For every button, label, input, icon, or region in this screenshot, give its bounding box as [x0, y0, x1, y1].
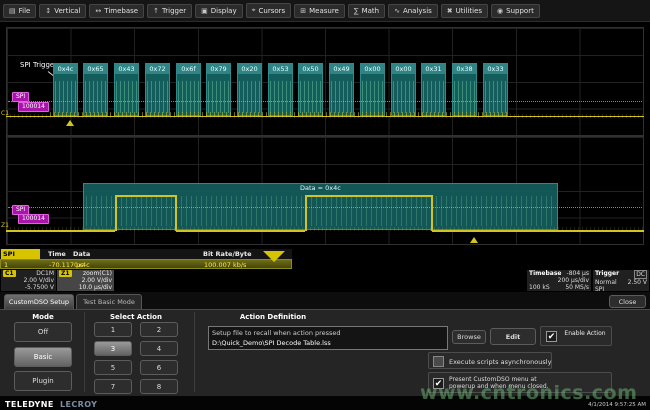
decode-byte-box: 0x72	[145, 63, 170, 116]
spi-trigger-annotation: SPI Trigger	[20, 61, 57, 69]
menu-utilities[interactable]: ✖Utilities	[441, 4, 488, 18]
c1-descriptor[interactable]: C1DC1M 2.00 V/div -5.7500 V	[1, 270, 56, 291]
decode-byte-box: 0x00	[391, 63, 416, 116]
trace2-id-tag[interactable]: 100014	[18, 214, 49, 224]
analysis-icon: ∿	[394, 7, 400, 15]
menu-measure[interactable]: ⊞Measure	[294, 4, 345, 18]
action-3-button[interactable]: 3	[94, 341, 132, 356]
menu-display[interactable]: ▣Display	[195, 4, 242, 18]
zoom-byte-annotation: Data = 0x4c	[300, 184, 341, 192]
decode-byte-box: 0x6f	[176, 63, 201, 116]
close-button[interactable]: Close	[609, 295, 646, 308]
decode-byte-box: 0x53	[268, 63, 293, 116]
edit-button[interactable]: Edit	[490, 328, 536, 345]
action-7-button[interactable]: 7	[94, 379, 132, 394]
menu-support[interactable]: ◉Support	[491, 4, 540, 18]
math-icon: ∑	[354, 7, 359, 15]
menu-trigger[interactable]: ↑Trigger	[147, 4, 192, 18]
z1-waveform	[305, 195, 432, 197]
vertical-icon: ↕	[45, 7, 51, 15]
menu-bar: ▤File ↕Vertical ↔Timebase ↑Trigger ▣Disp…	[0, 0, 650, 22]
support-icon: ◉	[497, 7, 503, 15]
brand-teledyne: TELEDYNE	[5, 400, 54, 409]
c1-waveform-noise	[6, 114, 644, 118]
action-6-button[interactable]: 6	[140, 360, 178, 375]
z1-waveform	[115, 195, 176, 197]
decode-byte-box: 0x00	[360, 63, 385, 116]
z1-descriptor[interactable]: Z1zoom(C1) 2.00 V/div 10.0 µs/div	[57, 270, 114, 291]
decode-level-line	[8, 101, 642, 102]
display-icon: ▣	[201, 7, 208, 15]
menu-analysis[interactable]: ∿Analysis	[388, 4, 438, 18]
async-scripts-control: Execute scripts asynchronously	[428, 352, 552, 369]
action-8-button[interactable]: 8	[140, 379, 178, 394]
action-5-button[interactable]: 5	[94, 360, 132, 375]
trace1-id-tag[interactable]: 100014	[18, 102, 49, 112]
c1-channel-marker: C1	[1, 110, 9, 117]
decode-byte-box: 0x4c	[53, 63, 78, 116]
z1-waveform-noise	[6, 227, 644, 231]
mode-basic-button[interactable]: Basic	[14, 347, 72, 367]
cursors-icon: ⌖	[252, 6, 256, 15]
z1-waveform	[305, 195, 307, 231]
decode-byte-box: 0x20	[237, 63, 262, 116]
browse-button[interactable]: Browse	[452, 330, 486, 344]
z1-waveform	[115, 195, 117, 231]
z1-waveform	[431, 195, 433, 231]
tab-customdso-setup[interactable]: CustomDSO Setup	[4, 294, 74, 309]
decode-byte-box: 0x49	[329, 63, 354, 116]
setup-file-field[interactable]: Setup file to recall when action pressed…	[208, 326, 448, 350]
menu-cursors[interactable]: ⌖Cursors	[246, 3, 292, 18]
async-scripts-checkbox[interactable]	[433, 356, 444, 367]
enable-action-control: ✔ Enable Action	[540, 326, 612, 346]
menu-math[interactable]: ∑Math	[348, 4, 385, 18]
decode-byte-box: 0x50	[298, 63, 323, 116]
mode-plugin-button[interactable]: Plugin	[14, 371, 72, 391]
table-expand-arrow-icon[interactable]	[263, 251, 285, 262]
decode-table-row[interactable]: 1 -70.117 µs 0x4c 100.007 kb/s	[0, 259, 292, 269]
timebase-icon: ↔	[95, 7, 101, 15]
trigger-icon: ↑	[153, 7, 159, 15]
decode-byte-box: 0x33	[483, 63, 508, 116]
decode-table-title: SPI	[1, 249, 40, 259]
mode-off-button[interactable]: Off	[14, 322, 72, 342]
action-1-button[interactable]: 1	[94, 322, 132, 337]
z1-waveform	[175, 195, 177, 231]
action-2-button[interactable]: 2	[140, 322, 178, 337]
zoom-trigger-marker	[470, 237, 478, 243]
select-action-header: Select Action	[90, 313, 182, 321]
menu-timebase[interactable]: ↔Timebase	[89, 4, 144, 18]
z1-channel-marker: Z1	[1, 222, 9, 229]
action-4-button[interactable]: 4	[140, 341, 178, 356]
decode-table-header: SPI Time Data Bit Rate/Byte	[0, 249, 292, 259]
menu-file[interactable]: ▤File	[3, 4, 36, 18]
mode-header: Mode	[14, 313, 72, 321]
menu-vertical[interactable]: ↕Vertical	[39, 4, 86, 18]
brand-lecroy: LECROY	[60, 400, 97, 409]
decode-byte-box: 0x43	[114, 63, 139, 116]
timebase-descriptor[interactable]: Timebase-804 µs 200 µs/div 100 kS50 MS/s	[527, 270, 591, 291]
file-icon: ▤	[9, 7, 16, 15]
decode-byte-box: 0x65	[83, 63, 108, 116]
measure-icon: ⊞	[300, 7, 306, 15]
oscilloscope-screen: ▤File ↕Vertical ↔Timebase ↑Trigger ▣Disp…	[0, 0, 650, 410]
decode-byte-box: 0x79	[206, 63, 231, 116]
trigger-descriptor[interactable]: TriggerDC Normal2.50 V SPI	[593, 270, 649, 291]
decode-byte-box: 0x38	[452, 63, 477, 116]
trigger-position-marker	[66, 120, 74, 126]
action-definition-header: Action Definition	[208, 313, 338, 321]
tab-test-basic-mode[interactable]: Test Basic Mode	[76, 294, 142, 309]
trace1-spi-tag[interactable]: SPI	[12, 92, 29, 102]
zoom-level-line	[8, 207, 642, 208]
decode-byte-box: 0x31	[421, 63, 446, 116]
enable-action-checkbox[interactable]: ✔	[546, 331, 557, 342]
watermark: www.cntronics.com	[420, 382, 637, 404]
utilities-icon: ✖	[447, 7, 453, 15]
setup-file-path: D:\Quick_Demo\SPI Decode Table.lss	[212, 338, 444, 348]
